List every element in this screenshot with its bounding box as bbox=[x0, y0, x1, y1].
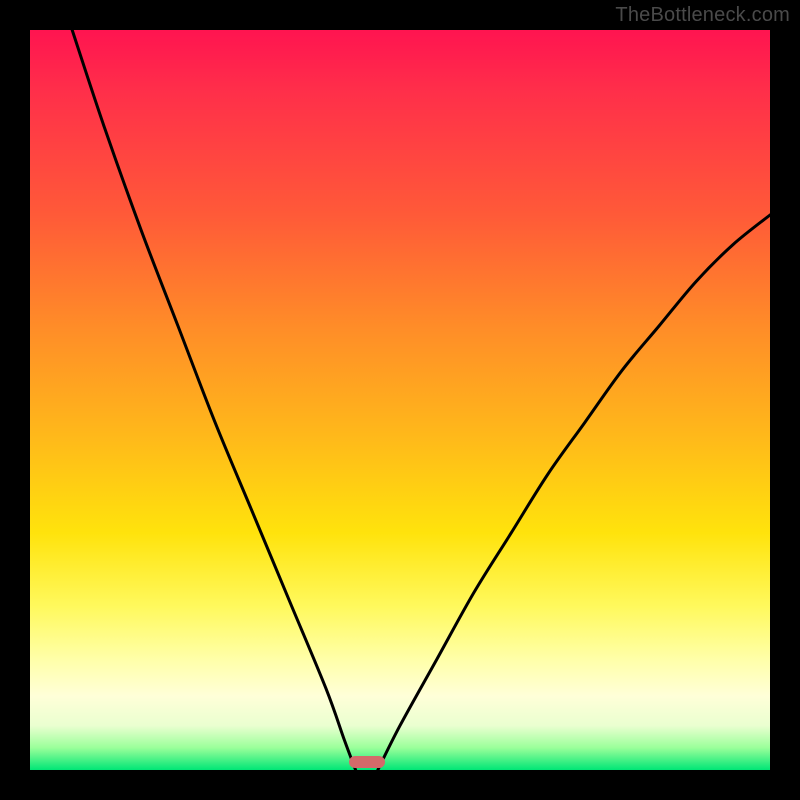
optimal-marker bbox=[349, 756, 385, 768]
plot-area bbox=[30, 30, 770, 770]
watermark-text: TheBottleneck.com bbox=[615, 4, 790, 27]
curve-left-branch bbox=[72, 30, 355, 770]
bottleneck-curve bbox=[30, 30, 770, 770]
chart-frame: TheBottleneck.com bbox=[0, 0, 800, 800]
curve-right-branch bbox=[378, 215, 770, 770]
